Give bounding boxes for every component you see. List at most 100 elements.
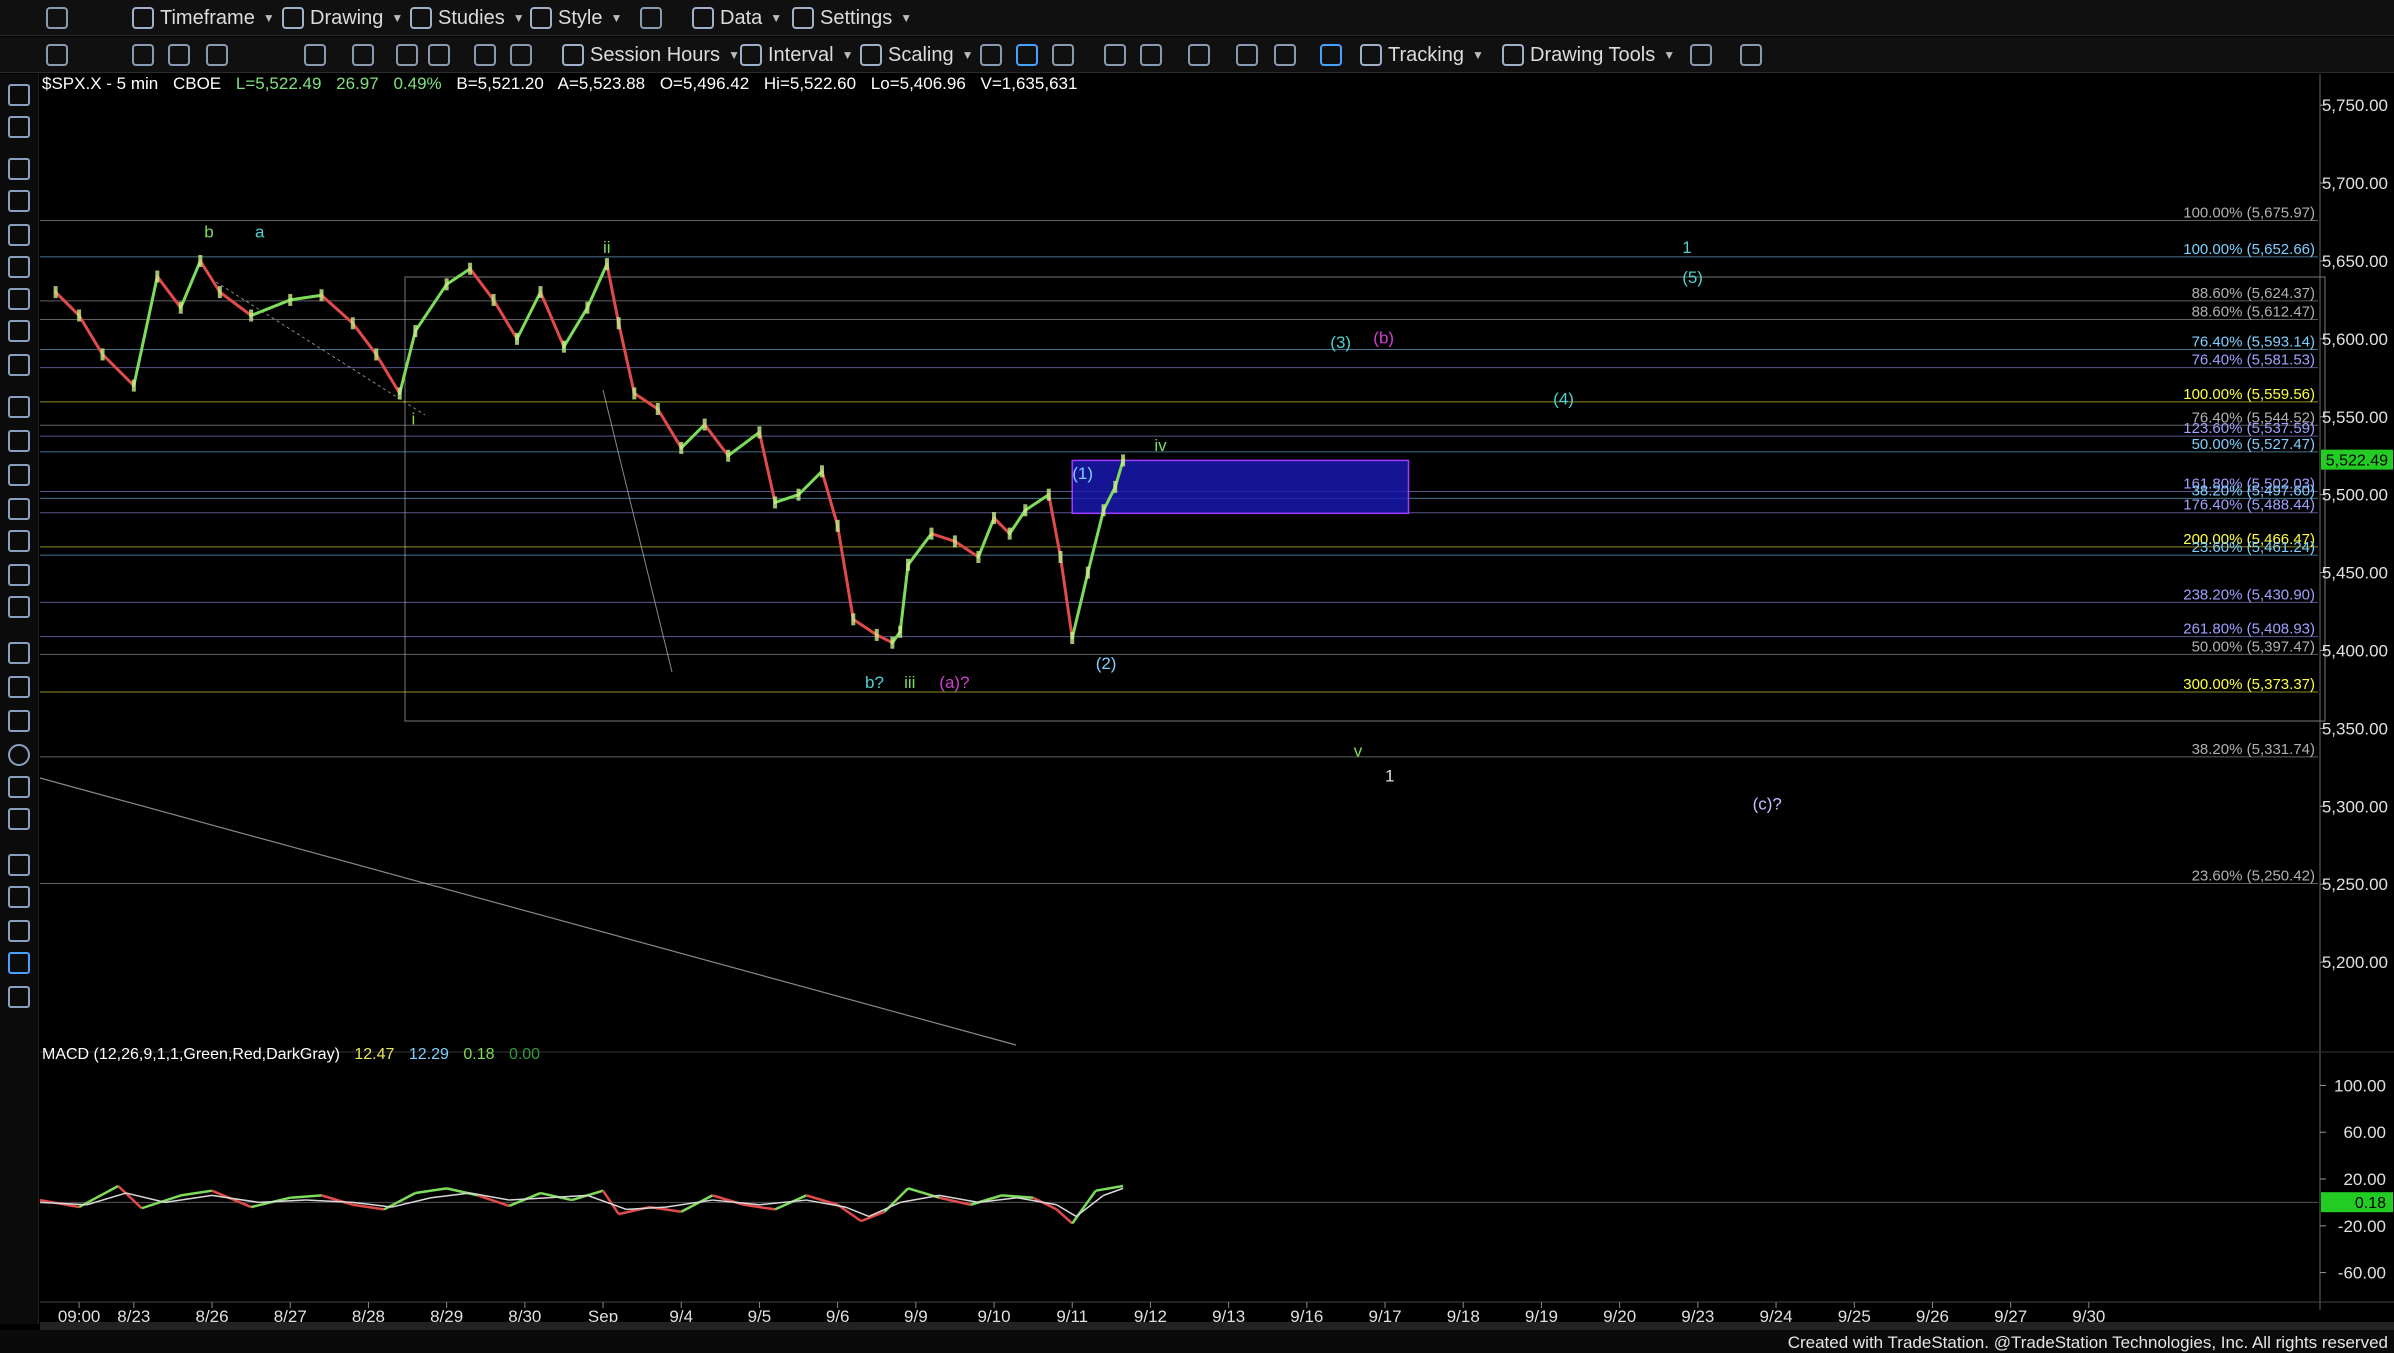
fib-level-label: 23.60% (5,250.42) bbox=[2192, 868, 2315, 885]
macd-tick-label: 100.00 bbox=[2334, 1076, 2386, 1095]
fib-level-label: 23.60% (5,461.24) bbox=[2192, 539, 2315, 556]
price-candle bbox=[929, 527, 934, 540]
price-candle bbox=[178, 301, 183, 314]
macd-signal-segment bbox=[868, 1201, 901, 1218]
price-chart[interactable]: 100.00% (5,675.97) 100.00% (5,652.66) 88.6… bbox=[0, 0, 2394, 1330]
target-zone-box bbox=[1071, 459, 1410, 515]
price-candle bbox=[217, 286, 222, 299]
fib-level-label: 123.60% (5,537.59) bbox=[2183, 420, 2315, 437]
footer: Created with TradeStation. @TradeStation… bbox=[0, 1330, 2394, 1353]
price-candle bbox=[906, 558, 911, 571]
price-candle bbox=[757, 426, 762, 439]
price-candle bbox=[976, 551, 981, 563]
net-change: 26.97 bbox=[336, 74, 379, 93]
price-candle bbox=[538, 286, 543, 299]
open-price: O=5,496.42 bbox=[659, 74, 750, 93]
price-axis: 5,750.00 5,700.00 5,650.00 5,600.00 5,550.00… bbox=[2320, 96, 2393, 972]
price-candle bbox=[350, 317, 355, 330]
fib-level-label: 50.00% (5,397.47) bbox=[2192, 638, 2315, 655]
macd-segment bbox=[860, 1210, 886, 1223]
last-price: L=5,522.49 bbox=[235, 74, 322, 93]
wave-label: b bbox=[204, 223, 213, 242]
wave-label: 1 bbox=[1682, 238, 1691, 257]
wave-label: i bbox=[411, 410, 415, 429]
price-candle bbox=[1101, 504, 1106, 517]
macd-segment bbox=[415, 1187, 447, 1195]
price-candle bbox=[100, 348, 105, 361]
high-price: Hi=5,522.60 bbox=[763, 74, 857, 93]
price-tick-label: 5,400.00 bbox=[2322, 641, 2388, 660]
wave-label: (3) bbox=[1330, 333, 1351, 352]
macd-segment bbox=[321, 1194, 354, 1206]
price-candle bbox=[288, 293, 293, 306]
wave-label: ii bbox=[603, 238, 611, 257]
price-candle bbox=[1113, 480, 1118, 493]
price-candle bbox=[796, 488, 801, 501]
price-candle bbox=[491, 293, 496, 306]
macd-panel: 100.00 60.00 20.00 -20.00 -60.00 0.18 bbox=[39, 1076, 2393, 1283]
macd-tick-label: -20.00 bbox=[2338, 1217, 2386, 1236]
price-candle bbox=[874, 628, 879, 641]
price-candle bbox=[131, 379, 136, 392]
price-candle bbox=[1046, 488, 1051, 501]
price-candle bbox=[655, 402, 660, 415]
wave-label: a bbox=[255, 223, 265, 242]
price-candle bbox=[679, 441, 684, 454]
price-candle bbox=[374, 348, 379, 361]
macd-avg-value: 12.29 bbox=[408, 1046, 449, 1063]
fib-level-label: 88.60% (5,612.47) bbox=[2192, 303, 2315, 320]
macd-segment bbox=[836, 1203, 862, 1223]
macd-tick-label: 20.00 bbox=[2343, 1170, 2386, 1189]
price-tick-label: 5,500.00 bbox=[2322, 486, 2388, 505]
low-price: Lo=5,406.96 bbox=[870, 74, 966, 93]
wave-label: iv bbox=[1154, 436, 1167, 455]
price-candle bbox=[726, 449, 731, 462]
macd-diff-value: 0.18 bbox=[463, 1046, 495, 1063]
macd-zero-value: 0.00 bbox=[508, 1046, 541, 1063]
price-candle bbox=[952, 535, 957, 548]
wave-label: (b) bbox=[1373, 329, 1394, 348]
bid-price: B=5,521.20 bbox=[456, 74, 544, 93]
ask-price: A=5,523.88 bbox=[557, 74, 646, 93]
copyright-text: Created with TradeStation. @TradeStation… bbox=[1787, 1333, 2388, 1352]
macd-segment bbox=[743, 1203, 776, 1211]
horizontal-scrollbar[interactable] bbox=[40, 1322, 2394, 1330]
fib-level-label: 261.80% (5,408.93) bbox=[2183, 621, 2315, 638]
wave-label: (1) bbox=[1072, 464, 1093, 483]
macd-segment bbox=[1001, 1194, 1034, 1199]
fib-level-label: 176.40% (5,488.44) bbox=[2183, 497, 2315, 514]
wave-label: (4) bbox=[1553, 389, 1574, 408]
macd-segment bbox=[290, 1194, 322, 1199]
exchange: CBOE bbox=[172, 74, 222, 93]
macd-label[interactable]: MACD (12,26,9,1,1,Green,Red,DarkGray) bbox=[42, 1046, 340, 1063]
price-candle bbox=[851, 613, 856, 626]
fib-level-label: 76.40% (5,581.53) bbox=[2192, 352, 2315, 369]
fib-level-label: 300.00% (5,373.37) bbox=[2183, 676, 2315, 693]
wave-label: iii bbox=[904, 673, 915, 692]
macd-tick-label: -60.00 bbox=[2338, 1264, 2386, 1283]
price-tick-label: 5,250.00 bbox=[2322, 875, 2388, 894]
price-tick-label: 5,750.00 bbox=[2322, 96, 2388, 115]
macd-current-label: 0.18 bbox=[2355, 1195, 2386, 1212]
price-candle bbox=[155, 270, 160, 283]
fib-level-label: 100.00% (5,652.66) bbox=[2183, 241, 2315, 258]
fib-level-label: 100.00% (5,559.56) bbox=[2183, 386, 2315, 403]
fib-level-label: 38.20% (5,331.74) bbox=[2192, 741, 2315, 758]
price-candle bbox=[319, 289, 324, 302]
price-candle bbox=[397, 387, 402, 400]
wave-label: (a)? bbox=[939, 673, 969, 692]
price-tick-label: 5,350.00 bbox=[2322, 719, 2388, 738]
price-candle bbox=[898, 625, 903, 638]
fib-level-label: 88.60% (5,624.37) bbox=[2192, 285, 2315, 302]
price-tick-label: 5,550.00 bbox=[2322, 408, 2388, 427]
price-candle bbox=[413, 325, 418, 338]
macd-info-bar: MACD (12,26,9,1,1,Green,Red,DarkGray) 12… bbox=[42, 1046, 550, 1064]
symbol-name[interactable]: $SPX.X - 5 min bbox=[42, 74, 158, 93]
price-candle bbox=[702, 418, 707, 431]
wave-label: 1 bbox=[1385, 766, 1394, 785]
price-candle bbox=[198, 254, 203, 267]
price-tick-label: 5,650.00 bbox=[2322, 252, 2388, 271]
price-candle bbox=[1085, 566, 1090, 579]
price-candle bbox=[249, 309, 254, 322]
volume: V=1,635,631 bbox=[980, 74, 1078, 93]
